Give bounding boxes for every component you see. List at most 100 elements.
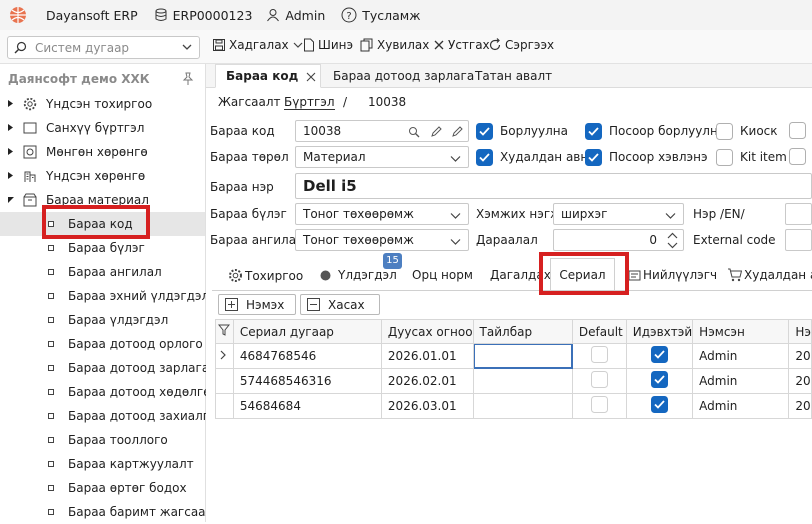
checkbox-5[interactable]: Посоор хэвлэнэ [585, 148, 708, 166]
note-cell[interactable] [472, 393, 573, 419]
class-select[interactable]: Тоног төхөөрөмж [295, 229, 469, 251]
chevron-down-icon[interactable] [293, 40, 303, 50]
triangle-right-icon[interactable] [6, 99, 15, 108]
sidebar-item-7[interactable]: Бараа дотоод зарлага [0, 356, 209, 380]
add-row-button[interactable]: Нэмэх [218, 294, 296, 315]
triangle-down-icon[interactable] [6, 195, 15, 204]
refresh-button[interactable]: Сэргээх [488, 38, 554, 52]
checkbox-2[interactable]: Посоор борлуулна [585, 122, 725, 140]
sidebar-group-1[interactable]: Үндсэн тохиргоо [0, 92, 205, 116]
triangle-right-icon[interactable] [6, 147, 15, 156]
sidebar-item-11[interactable]: Бараа картжуулалт [0, 452, 205, 476]
help-button[interactable]: ? Тусламж [341, 7, 421, 23]
tab-internal-issue[interactable]: Бараа дотоод зарлага [323, 64, 484, 88]
triangle-right-icon[interactable] [6, 171, 15, 180]
checkbox-empty-icon[interactable] [716, 122, 733, 140]
sidebar-item-8[interactable]: Бараа дотоод хөдөлгөөн [0, 380, 226, 404]
subtab-balance[interactable]: Үлдэгдэл [320, 268, 397, 282]
checkbox-checked-icon[interactable] [650, 346, 668, 363]
checkbox-empty-icon[interactable] [590, 396, 608, 413]
column-header[interactable]: Default [571, 319, 627, 344]
checkbox-1[interactable]: Борлуулна [476, 122, 568, 140]
checkbox-empty-icon[interactable] [716, 148, 733, 166]
filter-icon[interactable] [217, 324, 231, 336]
edit-icon[interactable] [430, 126, 442, 138]
name-field[interactable]: Dell i5 [295, 173, 812, 199]
search-box[interactable]: Систем дугаар [7, 36, 200, 59]
column-header[interactable]: Тайлбар [472, 319, 573, 344]
column-header[interactable]: Дуусах огноо [380, 319, 474, 344]
remove-row-button[interactable]: Хасах [300, 294, 380, 315]
sidebar-group-4[interactable]: Үндсэн хөрөнгө [0, 164, 205, 188]
checkbox-6[interactable]: Kit item [716, 148, 787, 166]
default-cell[interactable] [571, 343, 627, 369]
pin-icon[interactable] [182, 72, 194, 85]
chevron-down-icon[interactable] [667, 241, 678, 250]
seq-stepper[interactable]: 0 [553, 229, 684, 251]
note-cell[interactable] [472, 343, 573, 369]
triangle-right-icon[interactable] [6, 123, 15, 132]
type-select[interactable]: Материал [295, 146, 469, 168]
checkbox-4[interactable]: Худалдан авна [476, 148, 596, 166]
row-indicator[interactable] [215, 393, 234, 419]
search-icon[interactable] [408, 126, 420, 138]
checkbox-empty-icon[interactable] [789, 148, 806, 165]
sidebar-item-6[interactable]: Бараа дотоод орлого [0, 332, 205, 356]
group-select[interactable]: Тоног төхөөрөмж [295, 203, 469, 225]
expiry-cell[interactable]: 2026.03.01 [380, 393, 474, 419]
sidebar-item-10[interactable]: Бараа тооллого [0, 428, 205, 452]
sidebar-group-2[interactable]: Санхүү бүртгэл [0, 116, 205, 140]
tab-import[interactable]: Татан авалт [465, 64, 562, 88]
close-icon[interactable] [306, 72, 316, 82]
expiry-cell[interactable]: 2026.01.01 [380, 343, 474, 369]
checkbox-empty-icon[interactable] [789, 122, 806, 139]
sidebar-item-13[interactable]: Бараа баримт жагсаалт [0, 500, 220, 524]
subtab-settings[interactable]: Тохиргоо [228, 268, 303, 283]
active-cell[interactable] [625, 368, 694, 394]
column-header[interactable]: Идэвхтэй [625, 319, 694, 344]
chevron-up-icon[interactable] [667, 231, 678, 240]
column-header[interactable]: Сериал дугаар [232, 319, 382, 344]
checkbox-extra-2[interactable] [789, 148, 806, 168]
serial-cell[interactable]: 54684684 [232, 393, 382, 419]
note-cell[interactable] [472, 368, 573, 394]
sidebar-item-3[interactable]: Бараа ангилал [0, 260, 205, 284]
sidebar-item-9[interactable]: Бараа дотоод захиалга [0, 404, 216, 428]
serial-cell[interactable]: 574468546316 [232, 368, 382, 394]
sidebar-group-3[interactable]: Мөнгөн хөрөнгө [0, 140, 205, 164]
expiry-cell[interactable]: 2026.02.01 [380, 368, 474, 394]
checkbox-checked-icon[interactable] [476, 148, 493, 166]
user-menu[interactable]: Admin [266, 8, 325, 23]
checkbox-checked-icon[interactable] [476, 122, 493, 140]
chevron-down-icon[interactable] [181, 41, 193, 53]
serial-cell[interactable]: 4684768546 [232, 343, 382, 369]
checkbox-empty-icon[interactable] [590, 346, 608, 363]
column-header[interactable]: Нэмсэн [692, 319, 790, 344]
subtab-supplier[interactable]: Нийлүүлэгч [628, 268, 717, 282]
default-cell[interactable] [571, 393, 627, 419]
copy-button[interactable]: Хувилах [360, 38, 429, 52]
default-cell[interactable] [571, 368, 627, 394]
checkbox-empty-icon[interactable] [590, 371, 608, 388]
checkbox-3[interactable]: Киоск [716, 122, 778, 140]
code-field[interactable]: 10038 [295, 120, 469, 142]
name-en-field[interactable] [785, 203, 812, 225]
sidebar-item-12[interactable]: Бараа өртөг бодох [0, 476, 205, 500]
company-code[interactable]: ERP0000123 [154, 8, 252, 23]
active-cell[interactable] [625, 393, 694, 419]
search-input[interactable]: Систем дугаар [35, 41, 129, 55]
subtab-purchase[interactable]: Худалдан ав [727, 268, 812, 282]
row-indicator[interactable] [215, 368, 234, 394]
sidebar-item-2[interactable]: Бараа бүлэг [0, 236, 205, 260]
new-button[interactable]: Шинэ [303, 38, 353, 52]
subtab-norm[interactable]: Орц норм [412, 268, 473, 282]
checkbox-checked-icon[interactable] [585, 148, 602, 166]
sidebar-item-4[interactable]: Бараа эхний үлдэгдэл [0, 284, 209, 308]
table-row[interactable]: 54684684 2026.03.01 Admin 20 [215, 393, 812, 419]
breadcrumb-list[interactable]: Жагсаалт [218, 95, 281, 109]
checkbox-checked-icon[interactable] [650, 371, 668, 388]
breadcrumb-register[interactable]: Бүртгэл [284, 95, 335, 110]
table-row[interactable]: 4684768546 2026.01.01 Admin 20 [215, 343, 812, 369]
checkbox-extra-1[interactable] [789, 122, 806, 142]
filter-header[interactable] [215, 319, 234, 344]
